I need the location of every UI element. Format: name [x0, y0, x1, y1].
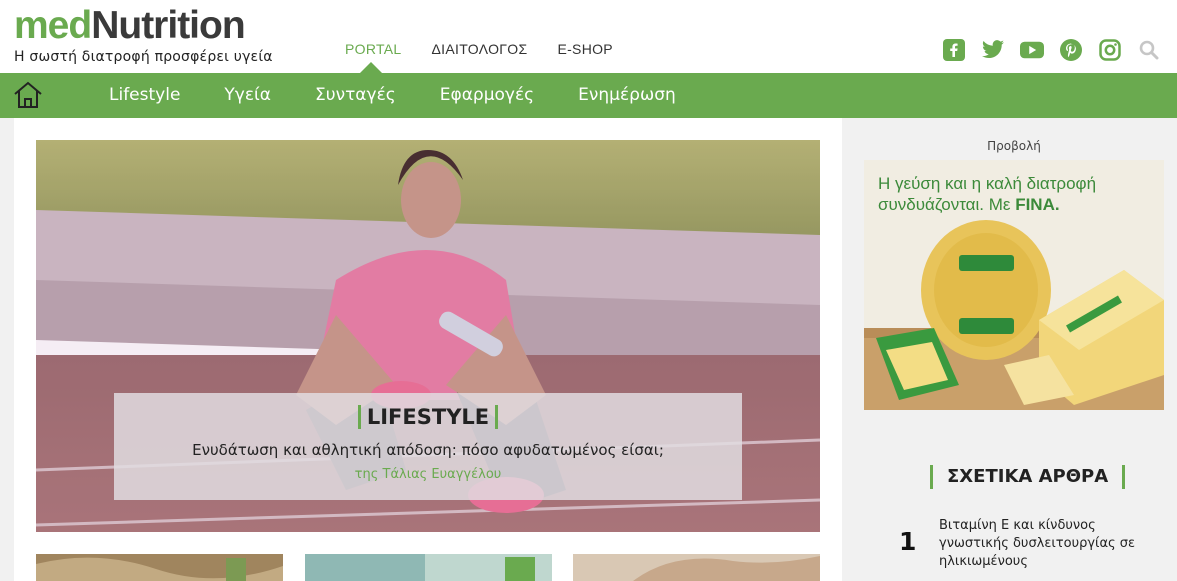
hero-byline[interactable]: της Τάλιας Ευαγγέλου: [114, 467, 742, 482]
site-header: medNutrition Η σωστή διατροφή προσφέρει …: [0, 0, 1177, 73]
search-icon[interactable]: [1137, 38, 1161, 62]
hero-category[interactable]: LIFESTYLE: [357, 405, 499, 429]
related-article-link[interactable]: Βιταμίνη Ε και κίνδυνος γνωστικής δυσλει…: [939, 517, 1159, 571]
facebook-icon[interactable]: [942, 38, 966, 62]
hero-caption: LIFESTYLE Ενυδάτωση και αθλητική απόδοση…: [114, 393, 742, 500]
related-articles-title: ΣΧΕΤΙΚΑ ΑΡΘΡΑ: [930, 465, 1126, 489]
home-icon[interactable]: [13, 80, 43, 110]
topnav-eshop[interactable]: E-SHOP: [557, 41, 612, 57]
logo-nutrition: Nutrition: [91, 4, 245, 47]
ad-text: Η γεύση και η καλή διατροφή συνδυάζονται…: [878, 173, 1096, 215]
logo-med: med: [14, 4, 92, 47]
article-thumb-1[interactable]: [36, 554, 283, 581]
top-nav: PORTAL ΔΙΑΙΤΟΛΟΓΟΣ E-SHOP: [345, 41, 613, 57]
main-content: LIFESTYLE Ενυδάτωση και αθλητική απόδοση…: [14, 118, 842, 581]
site-tagline: Η σωστή διατροφή προσφέρει υγεία: [14, 49, 273, 65]
thumb-image: [36, 554, 283, 581]
instagram-icon[interactable]: [1098, 38, 1122, 62]
mainnav-health[interactable]: Υγεία: [224, 85, 271, 105]
mainnav-recipes[interactable]: Συνταγές: [315, 85, 396, 105]
youtube-icon[interactable]: [1020, 38, 1044, 62]
mainnav-news[interactable]: Ενημέρωση: [578, 85, 676, 105]
ad-text-line2: συνδυάζονται. Με: [878, 195, 1016, 214]
thumb-image: [305, 554, 552, 581]
article-thumb-2[interactable]: [305, 554, 552, 581]
hero-article[interactable]: LIFESTYLE Ενυδάτωση και αθλητική απόδοση…: [36, 140, 820, 532]
sidebar: Προβολή Η γεύση και η καλή διατροφή συνδ…: [842, 118, 1177, 581]
ad-banner[interactable]: Η γεύση και η καλή διατροφή συνδυάζονται…: [864, 160, 1164, 410]
hero-title[interactable]: Ενυδάτωση και αθλητική απόδοση: πόσο αφυ…: [114, 441, 742, 459]
mainnav-lifestyle[interactable]: Lifestyle: [109, 85, 180, 105]
ad-text-line1: Η γεύση και η καλή διατροφή: [878, 174, 1097, 193]
main-nav-bar: Lifestyle Υγεία Συνταγές Εφαρμογές Ενημέ…: [0, 73, 1177, 118]
ad-label: Προβολή: [987, 139, 1041, 153]
related-rank: 1: [899, 527, 917, 556]
site-logo[interactable]: medNutrition: [14, 4, 246, 48]
twitter-icon[interactable]: [981, 38, 1005, 62]
topnav-dietitian[interactable]: ΔΙΑΙΤΟΛΟΓΟΣ: [432, 41, 528, 57]
thumb-image: [573, 554, 820, 581]
mainnav-apps[interactable]: Εφαρμογές: [440, 85, 534, 105]
social-links: [942, 38, 1161, 62]
main-nav: Lifestyle Υγεία Συνταγές Εφαρμογές Ενημέ…: [109, 85, 676, 105]
pinterest-icon[interactable]: [1059, 38, 1083, 62]
active-tab-caret: [360, 62, 382, 73]
ad-brand: FINA.: [1015, 195, 1060, 214]
article-thumb-3[interactable]: [573, 554, 820, 581]
topnav-portal[interactable]: PORTAL: [345, 41, 402, 57]
